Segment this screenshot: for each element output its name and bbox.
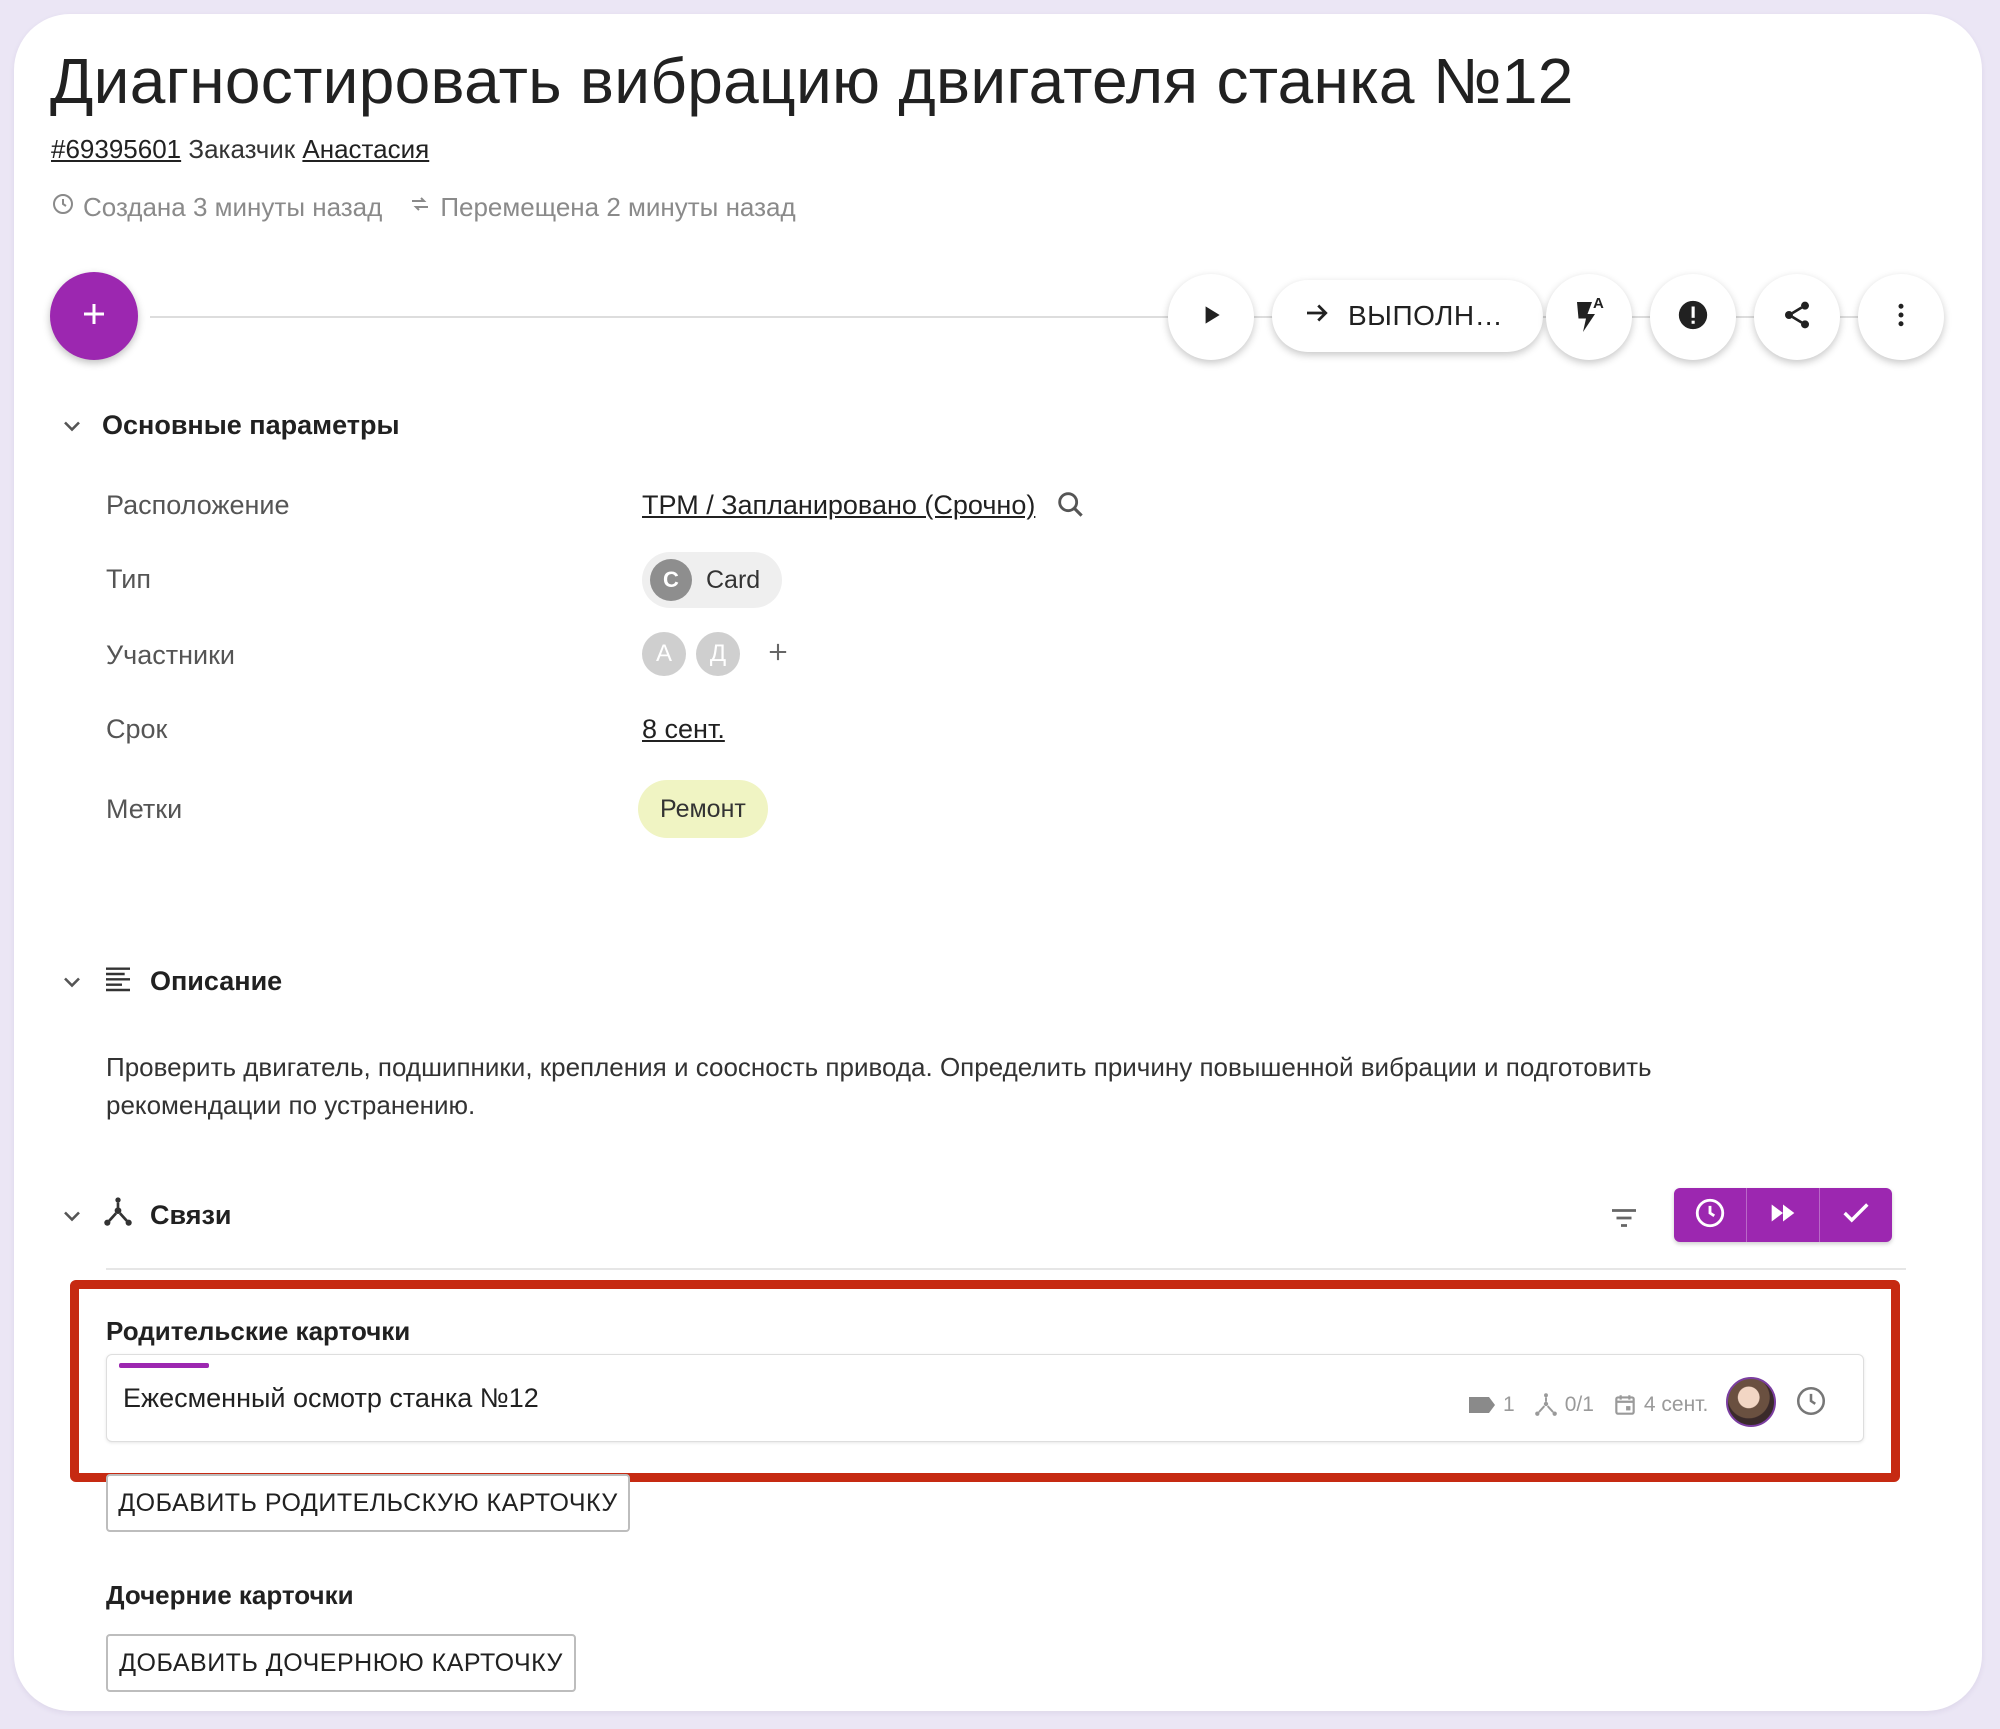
created-text: Создана 3 минуты назад (83, 192, 383, 222)
clock-icon[interactable] (1794, 1384, 1828, 1423)
links-header[interactable]: Связи (58, 1196, 232, 1235)
description-line: рекомендации по устранению. (106, 1090, 476, 1120)
customer-label: Заказчик (188, 134, 296, 164)
links-view-toggle (1674, 1188, 1892, 1242)
description-text[interactable]: Проверить двигатель, подшипники, креплен… (106, 1048, 1806, 1124)
card-panel: Диагностировать вибрацию двигателя станк… (14, 14, 1982, 1711)
tags-count: 1 (1503, 1393, 1515, 1416)
share-icon (1781, 299, 1813, 336)
add-child-card-button[interactable]: ДОБАВИТЬ ДОЧЕРНЮЮ КАРТОЧКУ (106, 1634, 576, 1692)
label-icon (1467, 1394, 1497, 1416)
card-title[interactable]: Диагностировать вибрацию двигателя станк… (50, 44, 1574, 118)
hub-icon (1533, 1392, 1559, 1418)
due-label: Срок (106, 714, 168, 744)
add-button[interactable] (50, 272, 138, 360)
links-forward-button[interactable] (1747, 1188, 1820, 1242)
filter-icon[interactable] (1606, 1200, 1642, 1241)
clock-icon (51, 192, 75, 223)
links-done-button[interactable] (1820, 1188, 1892, 1242)
location-label: Расположение (106, 490, 290, 520)
more-vert-icon (1886, 300, 1916, 335)
parent-cards-heading: Родительские карточки (106, 1316, 411, 1346)
chevron-down-icon (58, 1202, 86, 1230)
description-line: Проверить двигатель, подшипники, креплен… (106, 1052, 1652, 1082)
tags-stat: 1 (1467, 1393, 1515, 1417)
timeline-line (150, 316, 1910, 318)
main-params-title: Основные параметры (102, 410, 400, 440)
links-divider (106, 1268, 1906, 1270)
add-parent-card-button[interactable]: ДОБАВИТЬ РОДИТЕЛЬСКУЮ КАРТОЧКУ (106, 1474, 630, 1532)
more-menu-button[interactable] (1858, 274, 1944, 360)
alert-circle-icon (1676, 298, 1710, 337)
clock-icon (1693, 1196, 1727, 1235)
add-member-plus-icon[interactable] (764, 638, 792, 671)
child-cards-heading: Дочерние карточки (106, 1580, 354, 1610)
search-icon[interactable] (1054, 488, 1088, 527)
parent-card-stats: 1 0/1 4 сент. (1467, 1377, 1828, 1427)
customer-link[interactable]: Анастасия (302, 134, 429, 164)
type-avatar: C (650, 559, 692, 601)
card-type-stripe (119, 1363, 209, 1368)
member-avatar[interactable]: Д (696, 632, 740, 676)
main-params-header[interactable]: Основные параметры (58, 410, 400, 441)
type-label: Тип (106, 564, 152, 594)
card-id-link[interactable]: #69395601 (51, 134, 181, 164)
parent-card-title: Ежесменный осмотр станка №12 (123, 1383, 539, 1413)
tag-chip[interactable]: Ремонт (638, 780, 768, 838)
children-stat: 0/1 (1533, 1392, 1594, 1418)
card-date: 4 сент. (1643, 1393, 1709, 1416)
parent-card-item[interactable]: Ежесменный осмотр станка №12 1 0/1 4 сен… (106, 1354, 1864, 1442)
card-meta: #69395601 Заказчик Анастасия (51, 134, 429, 165)
chevron-down-icon (58, 412, 86, 440)
move-to-column-button[interactable]: ВЫПОЛН… (1272, 280, 1544, 352)
location-link[interactable]: ТРМ / Запланировано (Срочно) (642, 490, 1035, 521)
move-to-column-label: ВЫПОЛН… (1348, 300, 1504, 331)
card-history: Создана 3 минуты назад Перемещена 2 мину… (51, 192, 796, 223)
children-count: 0/1 (1564, 1393, 1594, 1416)
move-arrows-icon (408, 192, 432, 223)
moved-text: Перемещена 2 минуты назад (440, 192, 796, 222)
description-header[interactable]: Описание (58, 962, 282, 1001)
members-list: А Д (642, 632, 792, 676)
links-history-button[interactable] (1674, 1188, 1747, 1242)
flash-auto-icon: A (1571, 295, 1607, 335)
type-value: Card (706, 565, 761, 594)
member-avatar[interactable]: А (642, 632, 686, 676)
description-title: Описание (150, 966, 283, 996)
plus-icon (79, 299, 109, 334)
start-button[interactable] (1168, 274, 1254, 360)
check-icon (1839, 1196, 1873, 1235)
fast-forward-icon (1766, 1196, 1800, 1235)
share-button[interactable] (1754, 274, 1840, 360)
flash-auto-superscript: A (1593, 295, 1604, 312)
type-chip[interactable]: C Card (642, 552, 783, 608)
hub-icon (102, 1196, 134, 1235)
play-icon (1198, 302, 1224, 333)
assignee-avatar[interactable] (1726, 1377, 1777, 1427)
blocker-button[interactable] (1650, 274, 1736, 360)
tags-label: Метки (106, 794, 183, 824)
links-title: Связи (150, 1200, 232, 1230)
automation-button[interactable]: A (1546, 274, 1632, 360)
chevron-down-icon (58, 968, 86, 996)
notes-icon (102, 962, 134, 1001)
date-stat: 4 сент. (1612, 1392, 1708, 1418)
members-label: Участники (106, 640, 235, 670)
arrow-right-icon (1302, 298, 1332, 335)
calendar-icon (1612, 1392, 1638, 1418)
due-date-link[interactable]: 8 сент. (642, 714, 725, 745)
